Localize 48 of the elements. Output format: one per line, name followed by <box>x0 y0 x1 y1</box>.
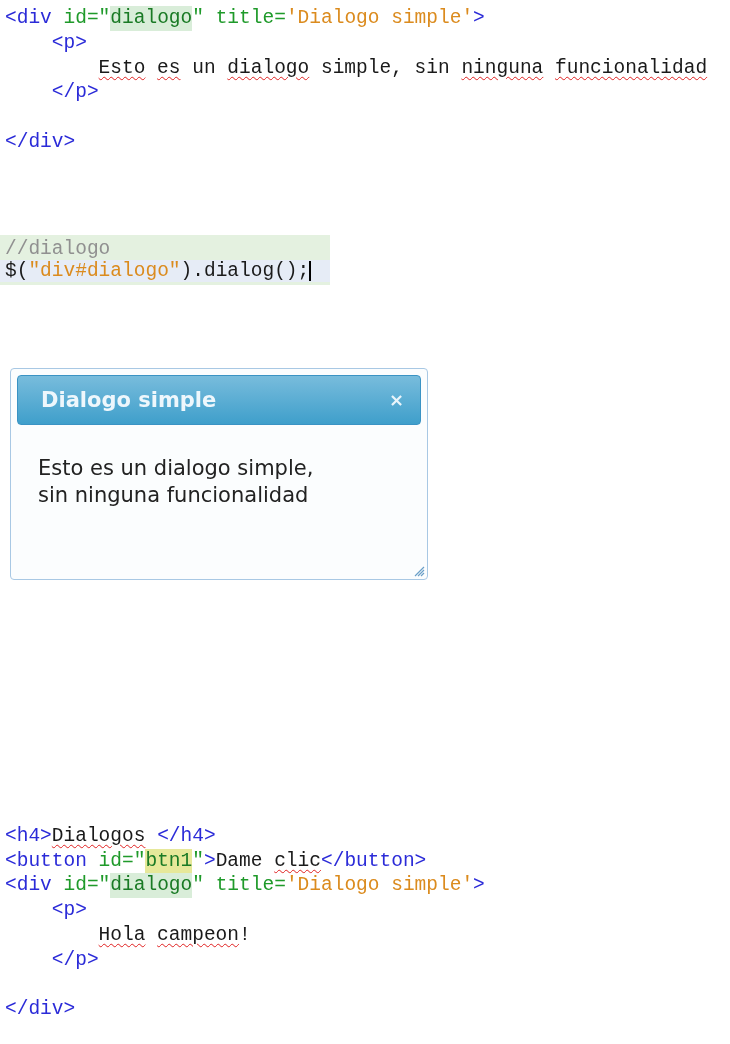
close-button[interactable]: × <box>386 389 406 411</box>
code-text: simple, sin <box>319 55 451 81</box>
misspelled-word: clic <box>274 848 321 874</box>
code-string: "div#dialogo" <box>28 259 181 282</box>
code-text: ! <box>239 922 251 948</box>
code-tag: > <box>203 848 216 874</box>
code-attribute: " title= <box>192 6 286 31</box>
code-comment: //dialogo <box>5 237 111 260</box>
text-cursor <box>309 260 312 281</box>
code-tag: </div> <box>5 130 76 155</box>
resize-grip-icon[interactable] <box>413 564 425 577</box>
code-tag: </div> <box>5 997 76 1023</box>
code-text: ).dialog(); <box>180 259 310 282</box>
code-string: 'Dialogo simple' <box>285 6 474 31</box>
misspelled-word: Hola <box>98 922 146 948</box>
code-attribute: id=" <box>62 6 111 31</box>
code-tag: <div <box>5 873 52 899</box>
code-tag: <button <box>5 848 87 874</box>
misspelled-word: Esto <box>98 55 146 81</box>
highlighted-match: dialogo <box>110 6 193 31</box>
highlighted-word: btn1 <box>145 848 193 874</box>
code-attribute: " <box>192 848 204 874</box>
code-attribute: id=" <box>97 848 146 874</box>
code-tag: <h4> <box>5 823 52 849</box>
code-tag: > <box>473 6 485 31</box>
misspelled-word: Dialogos <box>51 823 146 849</box>
misspelled-word: dialogo <box>227 55 310 81</box>
code-tag: <p> <box>51 898 87 923</box>
dialog-title: Dialogo simple <box>41 387 217 412</box>
code-tag: </button> <box>321 848 427 874</box>
code-attribute: id=" <box>62 873 111 899</box>
dialog-message: Esto es un dialogo simple, sin ninguna funcionalidad <box>38 454 315 509</box>
code-tag: <div <box>5 6 52 31</box>
code-tag: </p> <box>51 80 99 106</box>
misspelled-word: es <box>157 55 181 81</box>
code-text: un <box>191 55 217 81</box>
highlighted-match: dialogo <box>110 873 193 899</box>
code-tag: </h4> <box>145 823 216 849</box>
misspelled-word: campeon <box>157 922 240 948</box>
code-attribute: " title= <box>192 873 286 899</box>
code-text: Dame <box>215 848 264 874</box>
code-text: $( <box>5 259 29 282</box>
misspelled-word: ninguna <box>461 55 544 81</box>
misspelled-word: funcionalidad <box>555 55 708 81</box>
code-tag: <p> <box>51 30 87 56</box>
code-tag: </p> <box>51 947 99 973</box>
code-string: 'Dialogo simple' <box>285 873 474 899</box>
code-tag: > <box>473 873 485 899</box>
